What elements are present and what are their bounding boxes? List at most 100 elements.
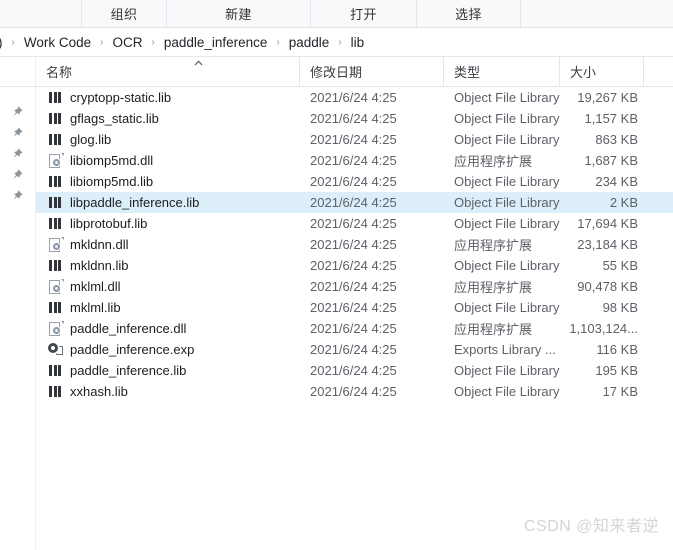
- file-row[interactable]: glog.lib 2021/6/24 4:25 Object File Librar…: [36, 129, 673, 150]
- toolbar-left-spacer: [0, 0, 82, 27]
- breadcrumb-separator-icon: ›: [276, 36, 280, 48]
- file-type-cell: 应用程序扩展: [454, 238, 533, 253]
- file-size-cell: 55 KB: [602, 258, 638, 273]
- lib-file-icon: [48, 174, 63, 189]
- lib-file-icon: [48, 216, 63, 231]
- file-name-label: libiomp5md.dll: [70, 153, 154, 168]
- pin-icon[interactable]: [10, 189, 24, 203]
- file-date-cell: 2021/6/24 4:25: [310, 174, 397, 189]
- toolbar-button-organize[interactable]: 组织: [82, 0, 167, 27]
- file-row[interactable]: xxhash.lib 2021/6/24 4:25 Object File Libr…: [36, 381, 673, 402]
- toolbar-button-new-label: 新建: [225, 7, 252, 22]
- file-row[interactable]: paddle_inference.dll 2021/6/24 4:25 应用程序扩展…: [36, 318, 673, 339]
- file-size-cell: 863 KB: [595, 132, 638, 147]
- file-row[interactable]: libiomp5md.dll 2021/6/24 4:25 应用程序扩展 1,687 …: [36, 150, 673, 171]
- dll-file-icon: [48, 279, 64, 294]
- file-name-label: mkldnn.dll: [70, 237, 129, 252]
- column-header-gutter: [0, 57, 36, 86]
- lib-file-icon: [48, 363, 63, 378]
- column-header-type[interactable]: 类型: [444, 57, 560, 86]
- file-date-cell: 2021/6/24 4:25: [310, 363, 397, 378]
- toolbar-button-select[interactable]: 选择: [417, 0, 521, 27]
- file-type-cell: Object File Library: [454, 132, 560, 147]
- file-row[interactable]: gflags_static.lib 2021/6/24 4:25 Object Fi…: [36, 108, 673, 129]
- breadcrumb-segment-paddle-inference[interactable]: paddle_inference: [161, 33, 271, 52]
- file-size-cell: 1,687 KB: [584, 153, 639, 168]
- lib-file-icon: [48, 258, 63, 273]
- toolbar: 组织 新建 打开 选择: [0, 0, 673, 28]
- file-date-cell: 2021/6/24 4:25: [310, 111, 397, 126]
- lib-file-icon: [48, 300, 63, 315]
- column-header-size-label: 大小: [570, 65, 597, 80]
- file-type-cell: Object File Library: [454, 384, 560, 399]
- column-header-type-label: 类型: [454, 65, 481, 80]
- breadcrumb-segment-paddle[interactable]: paddle: [286, 33, 333, 52]
- file-row[interactable]: mklml.lib 2021/6/24 4:25 Object File Libra…: [36, 297, 673, 318]
- toolbar-button-open-label: 打开: [350, 7, 377, 22]
- file-size-cell: 90,478 KB: [577, 279, 638, 294]
- file-name-cell: mklml.dll: [36, 279, 300, 294]
- file-row[interactable]: libpaddle_inference.lib 2021/6/24 4:25 Obj…: [36, 192, 673, 213]
- file-size-cell: 1,157 KB: [584, 111, 639, 126]
- column-header-date-modified[interactable]: 修改日期: [300, 57, 444, 86]
- file-name-label: libiomp5md.lib: [70, 174, 154, 189]
- column-header-name-label: 名称: [46, 65, 73, 80]
- lib-file-icon: [48, 111, 63, 126]
- file-name-label: cryptopp-static.lib: [70, 90, 172, 105]
- file-type-cell: Object File Library: [454, 216, 560, 231]
- file-list[interactable]: cryptopp-static.lib 2021/6/24 4:25 Object …: [36, 87, 673, 550]
- file-name-cell: libiomp5md.dll: [36, 153, 300, 168]
- file-date-cell: 2021/6/24 4:25: [310, 342, 397, 357]
- file-row[interactable]: libprotobuf.lib 2021/6/24 4:25 Object File…: [36, 213, 673, 234]
- file-name-label: libpaddle_inference.lib: [70, 195, 200, 210]
- exp-file-icon: [47, 342, 63, 357]
- breadcrumb-segment-ocr[interactable]: OCR: [109, 33, 145, 52]
- file-name-cell: paddle_inference.dll: [36, 321, 300, 336]
- file-size-cell: 195 KB: [595, 363, 638, 378]
- file-size-cell: 19,267 KB: [577, 90, 638, 105]
- file-type-cell: Object File Library: [454, 195, 560, 210]
- breadcrumb[interactable]: ) › Work Code › OCR › paddle_inference ›…: [0, 28, 673, 57]
- file-date-cell: 2021/6/24 4:25: [310, 216, 397, 231]
- file-name-cell: mkldnn.lib: [36, 258, 300, 273]
- pin-icon[interactable]: [10, 168, 24, 182]
- file-type-cell: Object File Library: [454, 363, 560, 378]
- file-name-label: paddle_inference.exp: [70, 342, 195, 357]
- file-date-cell: 2021/6/24 4:25: [310, 279, 397, 294]
- column-header-row: 名称 修改日期 类型 大小: [0, 57, 673, 87]
- file-date-cell: 2021/6/24 4:25: [310, 321, 397, 336]
- file-name-cell: xxhash.lib: [36, 384, 300, 399]
- file-date-cell: 2021/6/24 4:25: [310, 153, 397, 168]
- file-name-label: mklml.lib: [70, 300, 121, 315]
- file-row[interactable]: paddle_inference.exp 2021/6/24 4:25 Export…: [36, 339, 673, 360]
- file-size-cell: 1,103,124...: [569, 321, 638, 336]
- file-type-cell: Object File Library: [454, 90, 560, 105]
- file-row[interactable]: mkldnn.lib 2021/6/24 4:25 Object File Libr…: [36, 255, 673, 276]
- file-size-cell: 2 KB: [609, 195, 638, 210]
- file-row[interactable]: libiomp5md.lib 2021/6/24 4:25 Object File …: [36, 171, 673, 192]
- breadcrumb-segment-work-code[interactable]: Work Code: [21, 33, 94, 52]
- toolbar-button-open[interactable]: 打开: [311, 0, 417, 27]
- dll-file-icon: [48, 321, 64, 336]
- toolbar-button-select-label: 选择: [455, 7, 482, 22]
- file-type-cell: 应用程序扩展: [454, 280, 533, 295]
- breadcrumb-separator-icon: ›: [151, 36, 155, 48]
- file-row[interactable]: paddle_inference.lib 2021/6/24 4:25 Object…: [36, 360, 673, 381]
- pin-icon[interactable]: [10, 126, 24, 140]
- pin-icon[interactable]: [10, 105, 24, 119]
- watermark: CSDN @知来者逆: [523, 518, 659, 535]
- file-date-cell: 2021/6/24 4:25: [310, 132, 397, 147]
- file-name-label: mkldnn.lib: [70, 258, 129, 273]
- column-header-name[interactable]: 名称: [36, 57, 300, 86]
- file-row[interactable]: cryptopp-static.lib 2021/6/24 4:25 Object …: [36, 87, 673, 108]
- file-name-label: paddle_inference.lib: [70, 363, 187, 378]
- breadcrumb-segment-lib[interactable]: lib: [348, 33, 368, 52]
- toolbar-button-new[interactable]: 新建: [167, 0, 311, 27]
- toolbar-button-organize-label: 组织: [110, 7, 138, 22]
- column-header-size[interactable]: 大小: [560, 57, 644, 86]
- pin-icon[interactable]: [10, 147, 24, 161]
- file-name-label: glog.lib: [70, 132, 112, 147]
- file-type-cell: Exports Library ...: [454, 342, 556, 357]
- file-row[interactable]: mkldnn.dll 2021/6/24 4:25 应用程序扩展 23,184 KB: [36, 234, 673, 255]
- file-row[interactable]: mklml.dll 2021/6/24 4:25 应用程序扩展 90,478 KB: [36, 276, 673, 297]
